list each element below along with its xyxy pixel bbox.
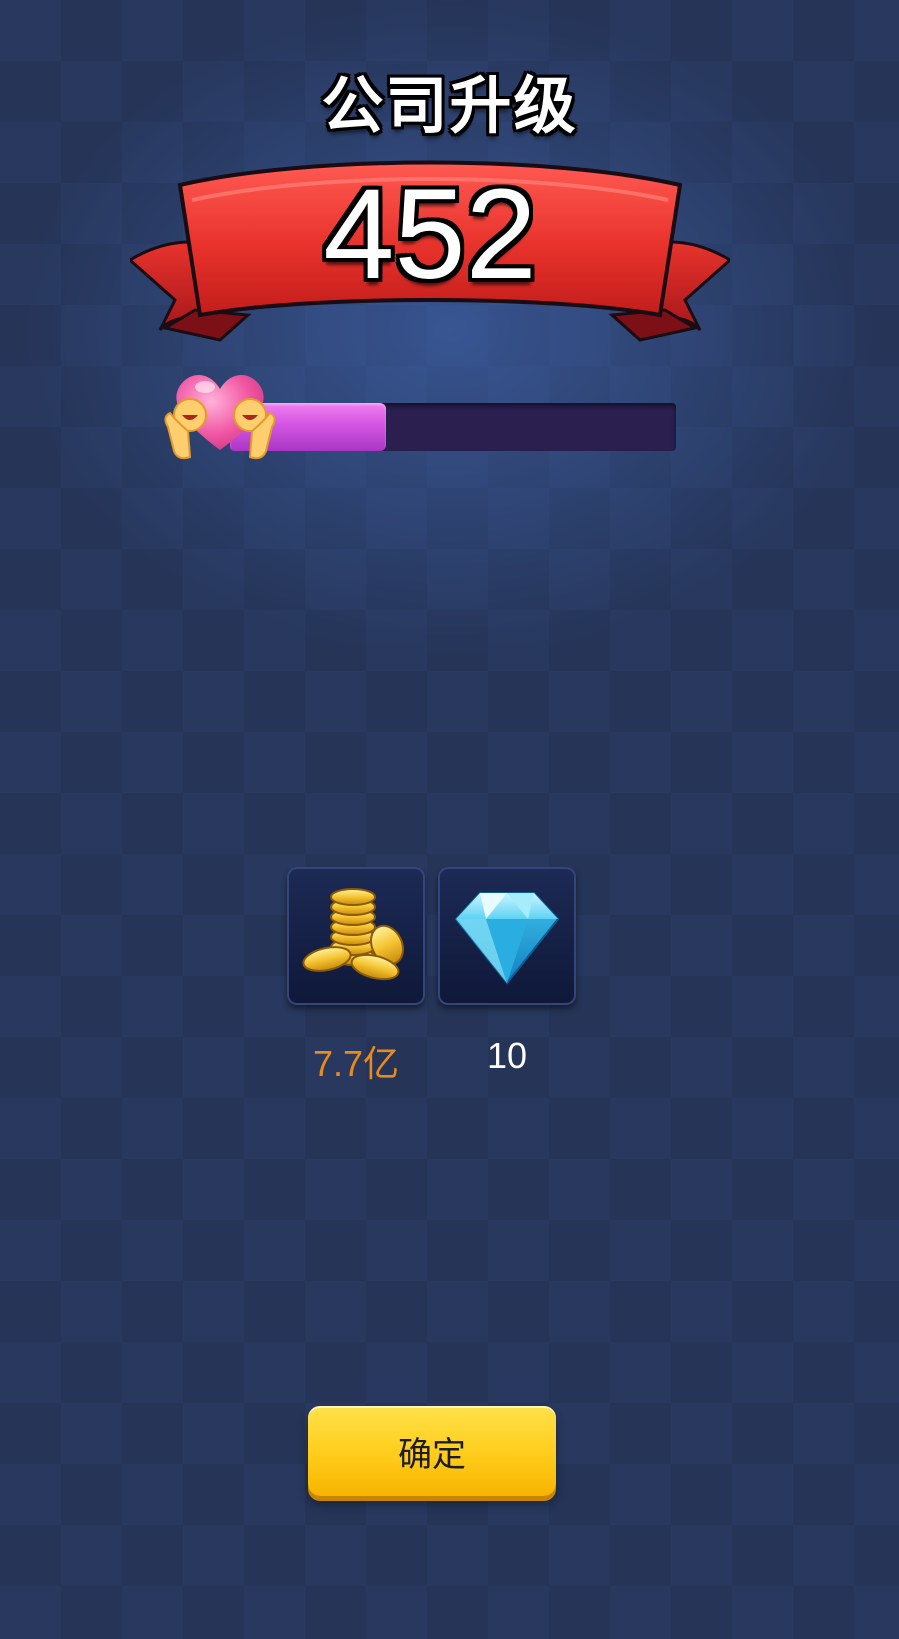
level-number: 452	[323, 163, 537, 306]
reward-gold-amount: 7.7亿	[312, 1043, 400, 1084]
level-progress-bar	[230, 403, 676, 451]
page-title: 公司升级	[321, 69, 578, 142]
heart-hug-icon	[164, 375, 276, 460]
diamond-icon	[454, 892, 560, 985]
gold-coins-icon	[302, 888, 405, 981]
reward-gold-slot	[287, 867, 425, 1005]
confirm-button[interactable]: 确定	[308, 1406, 556, 1496]
reward-diamond-amount: 10	[486, 1035, 528, 1076]
level-up-screen: 公司升级 452 7.7亿 10 确定	[0, 0, 899, 1639]
reward-diamond-slot	[438, 867, 576, 1005]
